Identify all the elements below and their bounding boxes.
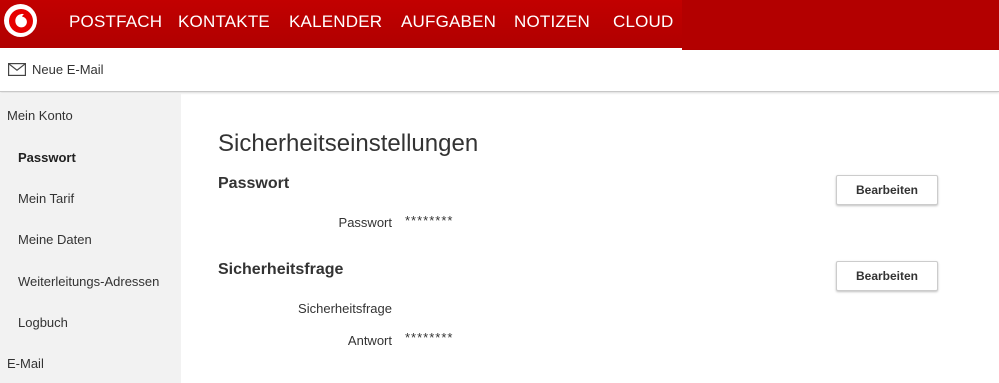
vodafone-logo-icon[interactable] <box>4 4 37 37</box>
nav-cloud[interactable]: CLOUD <box>613 12 674 32</box>
password-value: ******** <box>405 213 454 228</box>
nav-postfach[interactable]: POSTFACH <box>69 12 162 32</box>
page-title: Sicherheitseinstellungen <box>218 130 479 157</box>
sidebar: Mein Konto Passwort Mein Tarif Meine Dat… <box>0 93 181 383</box>
sidebar-item-meine-daten[interactable]: Meine Daten <box>18 232 92 247</box>
edit-security-question-button[interactable]: Bearbeiten <box>836 261 938 291</box>
edit-password-button[interactable]: Bearbeiten <box>836 175 938 205</box>
toolbar: Neue E-Mail <box>0 50 999 92</box>
answer-value: ******** <box>405 330 454 345</box>
main-content: Sicherheitseinstellungen Passwort Bearbe… <box>181 93 999 383</box>
top-navigation-bar: POSTFACH KONTAKTE KALENDER AUFGABEN NOTI… <box>0 0 999 50</box>
nav-kontakte[interactable]: KONTAKTE <box>178 12 270 32</box>
answer-label: Antwort <box>347 333 392 348</box>
nav-aufgaben[interactable]: AUFGABEN <box>401 12 496 32</box>
sidebar-item-mein-konto[interactable]: Mein Konto <box>7 108 73 123</box>
top-bar-accent-strip <box>682 0 999 50</box>
sidebar-item-weiterleitungs-adressen[interactable]: Weiterleitungs-Adressen <box>18 274 159 289</box>
section-title-sicherheitsfrage: Sicherheitsfrage <box>218 261 344 278</box>
sidebar-item-e-mail[interactable]: E-Mail <box>7 356 44 371</box>
new-email-label: Neue E-Mail <box>32 62 104 77</box>
password-label: Passwort <box>338 215 392 230</box>
nav-notizen[interactable]: NOTIZEN <box>514 12 590 32</box>
envelope-icon <box>8 63 26 76</box>
nav-kalender[interactable]: KALENDER <box>289 12 382 32</box>
section-title-passwort: Passwort <box>218 175 290 192</box>
sidebar-item-passwort[interactable]: Passwort <box>18 150 76 165</box>
sidebar-item-mein-tarif[interactable]: Mein Tarif <box>18 191 74 206</box>
sidebar-item-logbuch[interactable]: Logbuch <box>18 315 68 330</box>
security-question-label: Sicherheitsfrage <box>298 301 392 316</box>
new-email-button[interactable]: Neue E-Mail <box>8 62 104 77</box>
